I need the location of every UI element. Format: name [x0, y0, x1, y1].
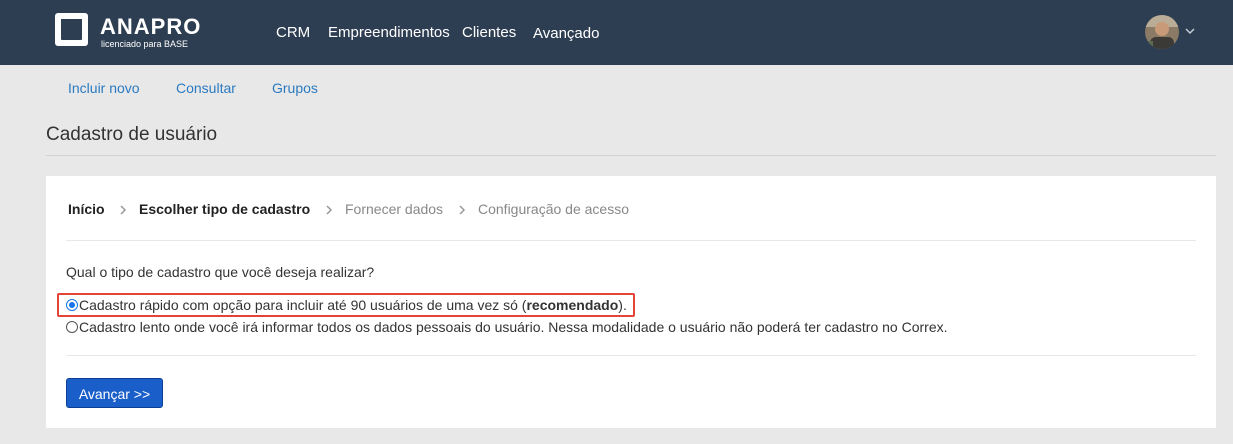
brand-tagline: licenciado para BASE	[101, 39, 189, 49]
wizard-step-inicio: Início	[68, 201, 105, 217]
chevron-right-icon	[325, 203, 333, 215]
top-navbar: ANAPRO licenciado para BASE CRM Empreend…	[0, 0, 1233, 65]
wizard-step-fornecer-dados: Fornecer dados	[345, 201, 444, 217]
page-title: Cadastro de usuário	[46, 124, 218, 145]
nav-crm[interactable]: CRM	[276, 24, 310, 41]
anapro-logo-icon[interactable]	[54, 12, 89, 47]
brand-name: ANAPRO	[100, 14, 202, 39]
avancar-button[interactable]: Avançar >>	[66, 378, 163, 408]
question-label: Qual o tipo de cadastro que você deseja …	[66, 264, 375, 280]
section-divider	[66, 240, 1196, 241]
option-cadastro-lento-text: Cadastro lento onde você irá informar to…	[79, 319, 948, 335]
chevron-down-icon[interactable]	[1184, 24, 1196, 36]
title-divider	[46, 155, 1216, 156]
subnav-grupos[interactable]: Grupos	[272, 80, 318, 96]
wizard-step-escolher-tipo: Escolher tipo de cadastro	[139, 201, 311, 217]
highlight-box	[57, 293, 635, 317]
wizard-step-configuracao-acesso: Configuração de acesso	[478, 201, 629, 217]
chevron-right-icon	[119, 203, 127, 215]
nav-avancado[interactable]: Avançado	[533, 25, 599, 42]
nav-clientes[interactable]: Clientes	[462, 24, 516, 41]
nav-empreendimentos[interactable]: Empreendimentos	[328, 24, 450, 41]
subnav-incluir-novo[interactable]: Incluir novo	[68, 80, 140, 96]
chevron-right-icon	[458, 203, 466, 215]
option-cadastro-lento[interactable]: Cadastro lento onde você irá informar to…	[66, 319, 948, 335]
radio-cadastro-lento[interactable]	[66, 321, 78, 333]
user-avatar[interactable]	[1145, 15, 1179, 49]
subnav-consultar[interactable]: Consultar	[176, 80, 236, 96]
section-divider	[66, 355, 1196, 356]
